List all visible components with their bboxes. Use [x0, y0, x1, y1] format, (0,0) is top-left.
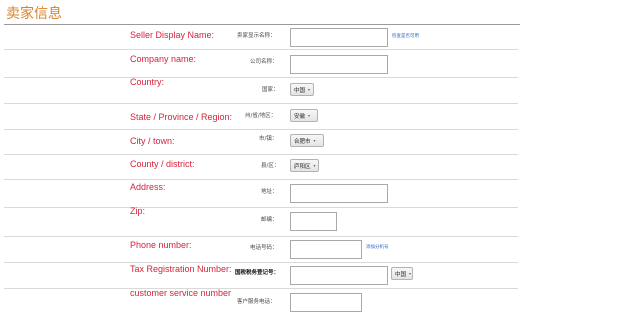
row-divider: [4, 236, 518, 237]
zip-input[interactable]: [290, 212, 337, 231]
row-divider: [4, 129, 518, 130]
state-label: State / Province / Region:: [130, 112, 233, 122]
city-cn-label: 市/镇：: [259, 136, 278, 142]
state-select-value: 安徽: [294, 113, 306, 120]
row-divider: [4, 207, 518, 208]
zip-label: Zip:: [130, 206, 146, 216]
chevron-down-icon: ▾: [313, 163, 316, 168]
chevron-down-icon: ▾: [409, 271, 412, 276]
state-select[interactable]: 安徽 ▾: [290, 109, 318, 122]
customer-service-label: customer service number: [130, 288, 232, 298]
county-select-value: 庐阳区: [294, 163, 311, 170]
country-cn-label: 国家：: [262, 87, 279, 93]
country-select-value: 中国: [294, 87, 306, 94]
check-availability-link[interactable]: 检查是否可用: [392, 33, 419, 39]
row-divider: [4, 288, 518, 289]
phone-label: Phone number:: [130, 240, 192, 250]
tax-registration-input[interactable]: [290, 266, 388, 285]
city-select-value: 合肥市: [294, 138, 311, 145]
phone-cn-label: 电话号码：: [250, 245, 278, 251]
county-cn-label: 县/区：: [261, 163, 280, 169]
tax-country-select-value: 中国: [395, 271, 407, 278]
chevron-down-icon: ▾: [313, 138, 316, 143]
phone-input[interactable]: [290, 240, 362, 259]
tax-registration-cn-label: 国税税务登记号：: [235, 270, 280, 276]
company-name-cn-label: 公司名称：: [250, 59, 278, 65]
county-select[interactable]: 庐阳区 ▾: [290, 159, 319, 172]
company-name-label: Company name:: [130, 54, 197, 64]
page-title: 卖家信息: [6, 6, 62, 22]
country-label: Country:: [130, 77, 165, 87]
city-label: City / town:: [130, 136, 175, 146]
county-label: County / district:: [130, 159, 195, 169]
customer-service-input[interactable]: [290, 293, 362, 312]
chevron-down-icon: ▾: [308, 113, 311, 118]
customer-service-cn-label: 客户服务电话：: [237, 299, 276, 305]
seller-display-name-label: Seller Display Name:: [130, 30, 215, 40]
zip-cn-label: 邮编：: [261, 217, 278, 223]
address-input[interactable]: [290, 184, 388, 203]
seller-display-name-cn-label: 卖家显示名称：: [237, 33, 276, 39]
row-divider: [4, 262, 518, 263]
state-cn-label: 州/省/地区：: [245, 113, 277, 119]
row-divider: [4, 77, 518, 78]
row-divider: [4, 179, 518, 180]
row-divider: [4, 103, 518, 104]
address-cn-label: 地址：: [261, 189, 278, 195]
company-name-input[interactable]: [290, 55, 388, 74]
row-divider: [4, 49, 518, 50]
address-label: Address:: [130, 182, 166, 192]
title-divider: [4, 24, 520, 25]
city-select[interactable]: 合肥市 ▾: [290, 134, 324, 147]
tax-registration-label: Tax Registration Number:: [130, 264, 232, 274]
row-divider: [4, 154, 518, 155]
chevron-down-icon: ▾: [308, 87, 311, 92]
add-extension-link[interactable]: 添加分机号: [366, 244, 389, 250]
tax-country-select[interactable]: 中国 ▾: [391, 267, 413, 280]
country-select[interactable]: 中国 ▾: [290, 83, 314, 96]
seller-display-name-input[interactable]: [290, 28, 388, 47]
